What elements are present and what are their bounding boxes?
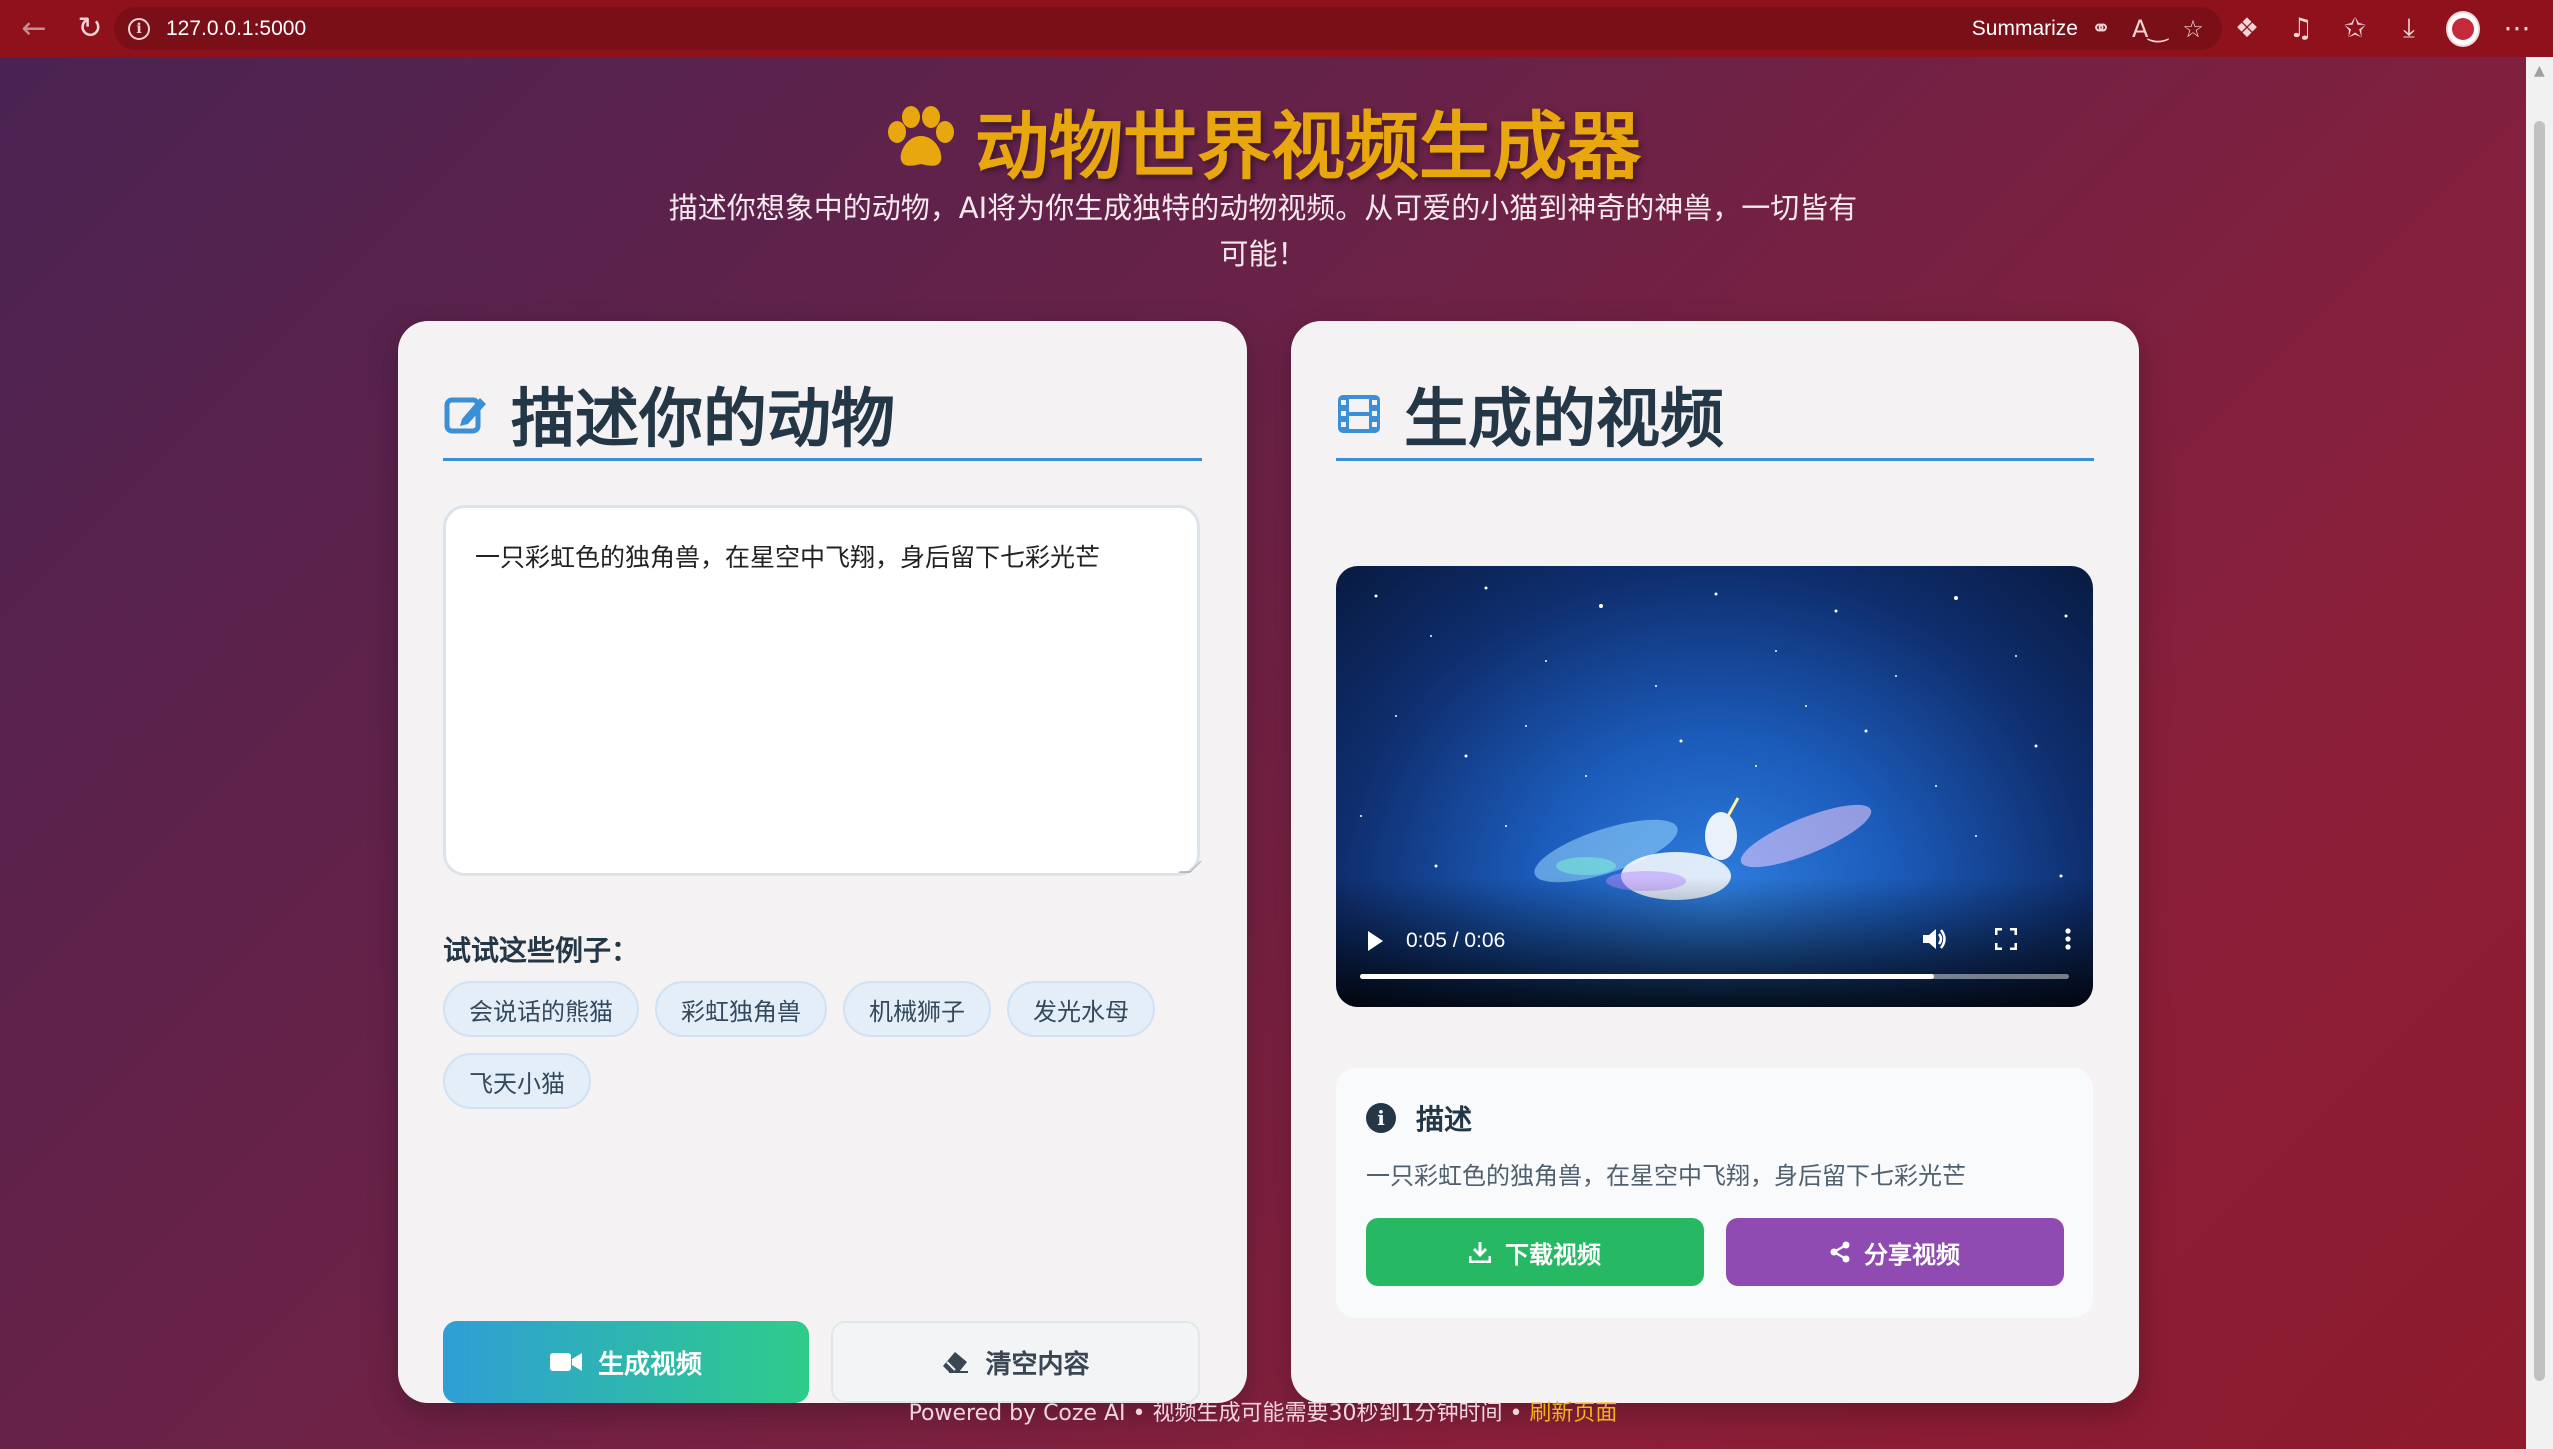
examples-label: 试试这些例子： [443,934,640,967]
download-icon [1469,1241,1491,1263]
scroll-up-icon[interactable]: ▲ [2534,63,2545,79]
example-chip[interactable]: 飞天小猫 [443,1053,591,1109]
page: 动物世界视频生成器 描述你想象中的动物，AI将为你生成独特的动物视频。从可爱的小… [0,57,2526,1449]
footer-text: Powered by Coze AI • 视频生成可能需要30秒到1分钟时间 • [908,1401,1530,1426]
profile-avatar[interactable] [2446,10,2480,47]
clear-content-label: 清空内容 [985,1349,1090,1380]
description-text: 一只彩虹色的独角兽，在星空中飞翔，身后留下七彩光芒 [1366,1162,1966,1190]
example-chip[interactable]: 会说话的熊猫 [443,981,639,1037]
video-heading: 生成的视频 [1404,382,1724,457]
page-title-text: 动物世界视频生成器 [975,104,1641,190]
animal-description-input[interactable] [443,505,1200,876]
description-panel: i 描述 一只彩虹色的独角兽，在星空中飞翔，身后留下七彩光芒 下载视频 分享视频 [1336,1068,2093,1318]
example-chip[interactable]: 发光水母 [1007,981,1155,1037]
site-info-icon[interactable]: i [128,17,150,40]
share-video-label: 分享视频 [1864,1240,1960,1269]
video-player[interactable]: 0:05 / 0:06 [1336,566,2093,1007]
generate-video-label: 生成视频 [597,1349,702,1380]
back-icon[interactable]: ← [12,7,56,51]
favorite-star-icon[interactable]: ☆ [2178,15,2208,43]
example-chip[interactable]: 机械狮子 [843,981,991,1037]
download-video-label: 下载视频 [1505,1240,1601,1269]
describe-card-header: 描述你的动物 [443,369,1202,461]
clear-content-button[interactable]: 清空内容 [831,1321,1200,1403]
favorites-icon[interactable]: ✩ [2338,13,2372,44]
film-icon [1336,391,1382,437]
description-header: i 描述 [1366,1098,1472,1138]
page-scrollbar[interactable]: ▲ [2526,57,2553,1449]
more-menu-icon[interactable]: ⋯ [2500,13,2534,44]
summarize-button[interactable]: Summarize ⚭ [1972,14,2116,43]
page-title: 动物世界视频生成器 [0,87,2526,194]
address-bar[interactable]: i 127.0.0.1:5000 Summarize ⚭ A‿ ☆ [114,7,2222,50]
extensions-icon[interactable]: ❖ [2230,13,2264,44]
video-controls: 0:05 / 0:06 [1336,921,2093,961]
video-card-header: 生成的视频 [1336,369,2094,461]
video-progress-bar[interactable] [1360,974,2069,979]
example-chips: 会说话的熊猫 彩虹独角兽 机械狮子 发光水母 飞天小猫 [443,981,1200,1109]
url-text: 127.0.0.1:5000 [166,16,307,40]
subtitle-line-2: 可能！ [1219,237,1307,271]
refresh-page-link[interactable]: 刷新页面 [1529,1401,1617,1426]
generate-video-button[interactable]: 生成视频 [443,1321,809,1403]
info-icon: i [1366,1103,1396,1133]
read-aloud-icon[interactable]: A‿ [2132,15,2168,43]
summarize-label: Summarize [1971,16,2078,40]
video-time: 0:05 / 0:06 [1406,929,1506,952]
describe-card: 描述你的动物 试试这些例子： 会说话的熊猫 彩虹独角兽 机械狮子 发光水母 飞天… [398,321,1247,1403]
paw-icon [885,104,957,190]
volume-icon[interactable] [1921,927,1947,955]
play-icon[interactable] [1360,930,1390,952]
edit-icon [443,391,489,437]
video-camera-icon [549,1351,582,1373]
description-title: 描述 [1416,1103,1473,1136]
subtitle-line-1: 描述你想象中的动物，AI将为你生成独特的动物视频。从可爱的小猫到神奇的神兽，一切… [668,191,1858,225]
share-icon [1830,1241,1850,1263]
eraser-icon [941,1350,969,1374]
footer: Powered by Coze AI • 视频生成可能需要30秒到1分钟时间 •… [0,1395,2526,1427]
download-video-button[interactable]: 下载视频 [1366,1218,1704,1286]
downloads-icon[interactable]: ⤓ [2392,13,2426,45]
example-chip[interactable]: 彩虹独角兽 [655,981,827,1037]
video-progress-fill [1360,974,1935,979]
scrollbar-thumb[interactable] [2534,121,2545,1381]
share-video-button[interactable]: 分享视频 [1726,1218,2064,1286]
page-subtitle: 描述你想象中的动物，AI将为你生成独特的动物视频。从可爱的小猫到神奇的神兽，一切… [660,185,1866,277]
video-card: 生成的视频 0:05 / 0:06 i 描述 一只彩虹色的独角兽，在星空中飞翔，… [1291,321,2139,1403]
describe-heading: 描述你的动物 [511,382,895,457]
more-options-icon[interactable] [2065,928,2071,954]
copilot-icon: ⚭ [2090,15,2112,42]
browser-toolbar: ← ↻ i 127.0.0.1:5000 Summarize ⚭ A‿ ☆ ❖ … [0,0,2553,57]
fullscreen-icon[interactable] [1994,927,2018,954]
media-icon[interactable]: ♫ [2284,13,2318,44]
reload-icon[interactable]: ↻ [68,7,112,51]
